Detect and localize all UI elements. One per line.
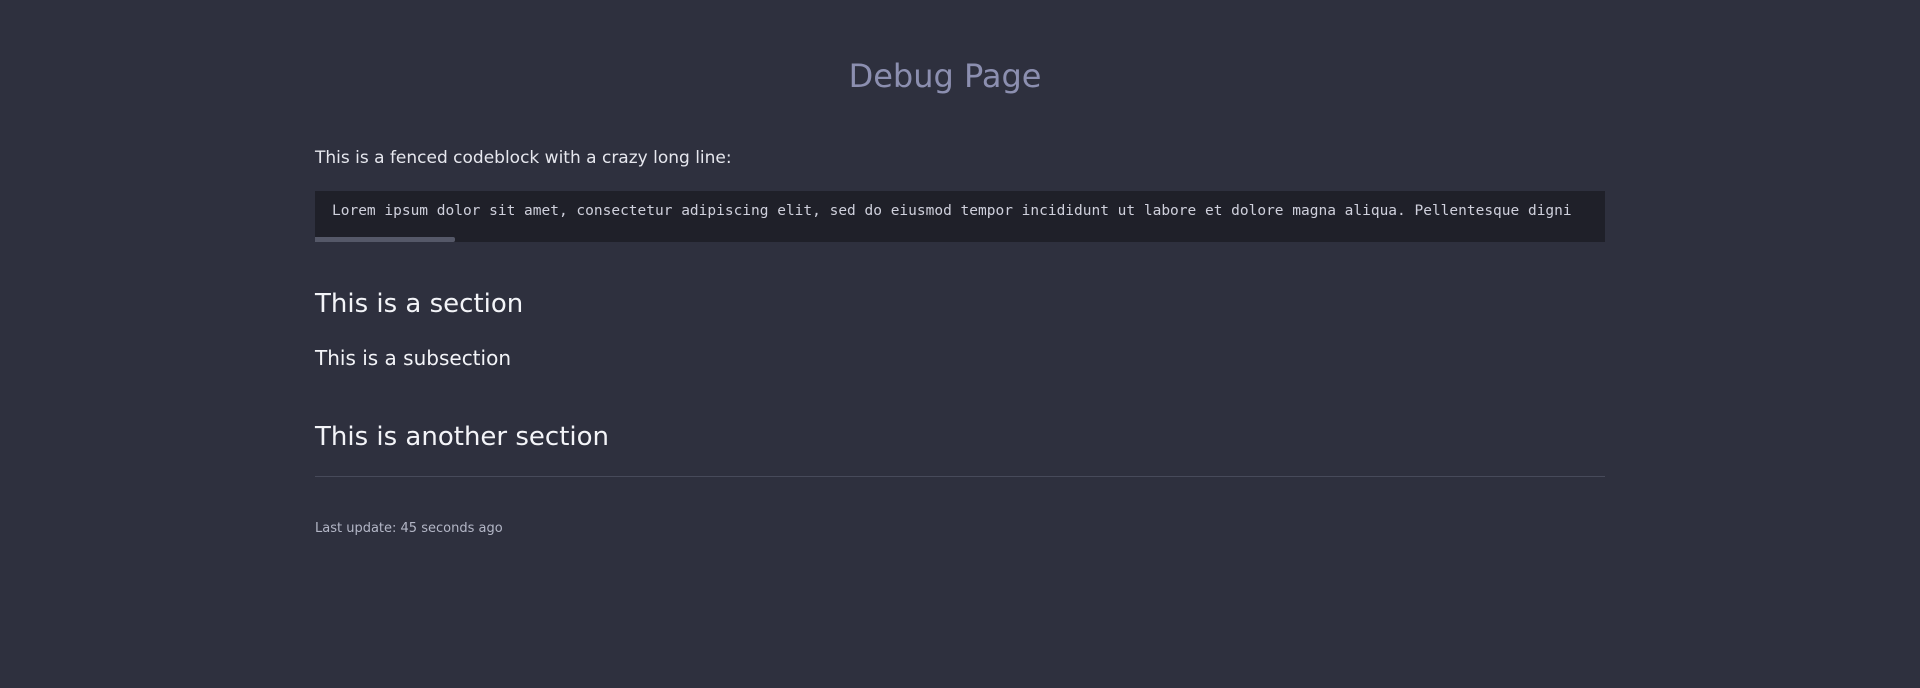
code-line: Lorem ipsum dolor sit amet, consectetur … — [332, 203, 1572, 219]
section-heading: This is a section — [315, 289, 524, 319]
horizontal-scrollbar-thumb[interactable] — [315, 237, 455, 242]
last-update-text: Last update: 45 seconds ago — [315, 521, 503, 536]
intro-paragraph: This is a fenced codeblock with a crazy … — [315, 148, 732, 168]
section-heading-another: This is another section — [315, 422, 610, 452]
footer-divider — [315, 476, 1605, 477]
code-block[interactable]: Lorem ipsum dolor sit amet, consectetur … — [315, 191, 1605, 242]
page-title: Debug Page — [848, 57, 1042, 95]
subsection-heading: This is a subsection — [315, 346, 511, 370]
